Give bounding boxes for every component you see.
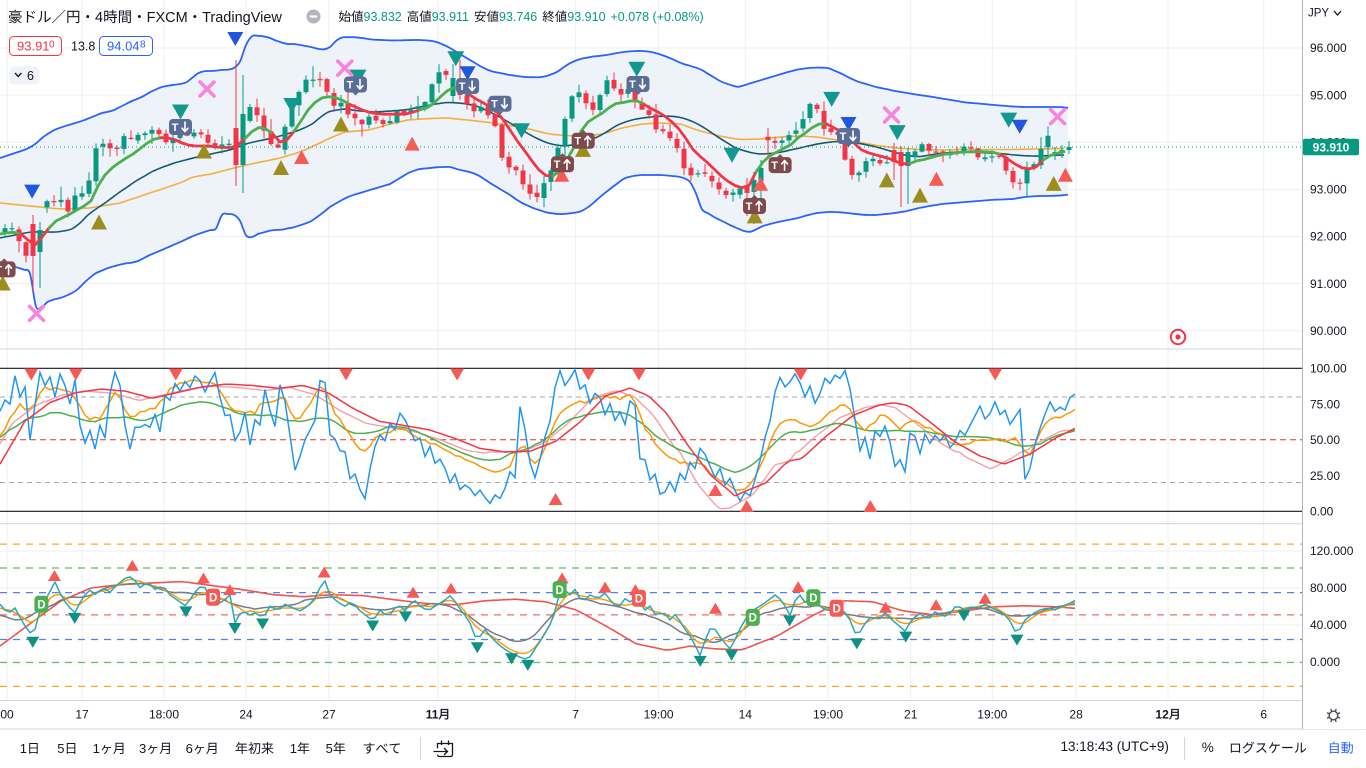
- svg-text:27: 27: [322, 708, 336, 722]
- svg-text:1: 1: [290, 741, 297, 756]
- svg-text:14: 14: [739, 708, 753, 722]
- svg-text:6: 6: [1260, 708, 1267, 722]
- svg-text:100.00: 100.00: [1310, 362, 1347, 376]
- svg-text:95.000: 95.000: [1310, 88, 1347, 102]
- svg-text:6: 6: [27, 69, 34, 83]
- svg-text:93.911: 93.911: [432, 10, 469, 24]
- svg-text:93.832: 93.832: [364, 10, 402, 24]
- svg-text:0.000: 0.000: [1310, 655, 1340, 669]
- svg-text:12: 12: [1155, 708, 1169, 722]
- svg-text:D: D: [832, 604, 840, 616]
- svg-text:120.000: 120.000: [1310, 544, 1354, 558]
- svg-text:13:18:43 (UTC+9): 13:18:43 (UTC+9): [1061, 739, 1169, 754]
- svg-text:93.910: 93.910: [567, 10, 605, 24]
- svg-text:96.000: 96.000: [1310, 41, 1347, 55]
- svg-text:92.000: 92.000: [1310, 230, 1347, 244]
- svg-text:1: 1: [20, 741, 27, 756]
- svg-text:18:00: 18:00: [149, 708, 179, 722]
- svg-text:0: 0: [49, 40, 55, 51]
- svg-text:D: D: [749, 613, 757, 625]
- svg-text:00: 00: [0, 708, 14, 722]
- svg-text:50.00: 50.00: [1310, 433, 1340, 447]
- svg-text:93.91: 93.91: [17, 39, 50, 54]
- svg-text:91.000: 91.000: [1310, 277, 1347, 291]
- svg-text:28: 28: [1069, 708, 1083, 722]
- svg-text:93.746: 93.746: [499, 10, 537, 24]
- svg-text:T: T: [459, 81, 466, 93]
- svg-text:FXCM: FXCM: [147, 10, 188, 26]
- svg-text:T: T: [491, 99, 498, 111]
- svg-text:13.8: 13.8: [71, 40, 95, 54]
- svg-text:17: 17: [75, 708, 89, 722]
- svg-text:+0.078 (+0.08%): +0.078 (+0.08%): [611, 10, 704, 24]
- svg-text:5: 5: [326, 741, 333, 756]
- svg-text:D: D: [209, 592, 217, 604]
- svg-text:19:00: 19:00: [977, 708, 1007, 722]
- svg-text:3: 3: [139, 741, 146, 756]
- svg-text:T: T: [629, 79, 636, 91]
- svg-text:D: D: [809, 593, 817, 605]
- svg-text:T: T: [746, 201, 753, 213]
- svg-text:80.000: 80.000: [1310, 581, 1347, 595]
- svg-text:D: D: [635, 593, 643, 605]
- svg-text:T: T: [172, 122, 179, 134]
- svg-text:TradingView: TradingView: [202, 10, 282, 26]
- svg-text:7: 7: [572, 708, 579, 722]
- svg-text:T: T: [347, 79, 354, 91]
- svg-text:JPY: JPY: [1308, 8, 1329, 20]
- svg-text:%: %: [1202, 740, 1214, 755]
- svg-text:4: 4: [95, 10, 103, 26]
- svg-text:T: T: [840, 131, 847, 143]
- svg-text:0.00: 0.00: [1310, 505, 1334, 519]
- svg-text:D: D: [555, 585, 563, 597]
- svg-text:19:00: 19:00: [644, 708, 674, 722]
- svg-text:25.00: 25.00: [1310, 469, 1340, 483]
- svg-text:21: 21: [904, 708, 918, 722]
- svg-text:T: T: [554, 159, 561, 171]
- svg-text:90.000: 90.000: [1310, 324, 1347, 338]
- svg-text:6: 6: [186, 741, 193, 756]
- svg-text:75.00: 75.00: [1310, 397, 1340, 411]
- svg-text:1: 1: [93, 741, 100, 756]
- svg-text:D: D: [37, 600, 45, 612]
- svg-text:94.04: 94.04: [107, 39, 140, 54]
- svg-text:T: T: [0, 264, 2, 276]
- svg-text:8: 8: [140, 40, 146, 51]
- svg-text:11: 11: [426, 708, 439, 722]
- svg-text:40.000: 40.000: [1310, 618, 1347, 632]
- svg-text:T: T: [574, 136, 581, 148]
- svg-text:24: 24: [239, 708, 253, 722]
- svg-text:T: T: [771, 160, 778, 172]
- svg-text:5: 5: [57, 741, 64, 756]
- svg-text:93.910: 93.910: [1313, 140, 1350, 154]
- svg-text:19:00: 19:00: [813, 708, 843, 722]
- svg-text:93.000: 93.000: [1310, 183, 1347, 197]
